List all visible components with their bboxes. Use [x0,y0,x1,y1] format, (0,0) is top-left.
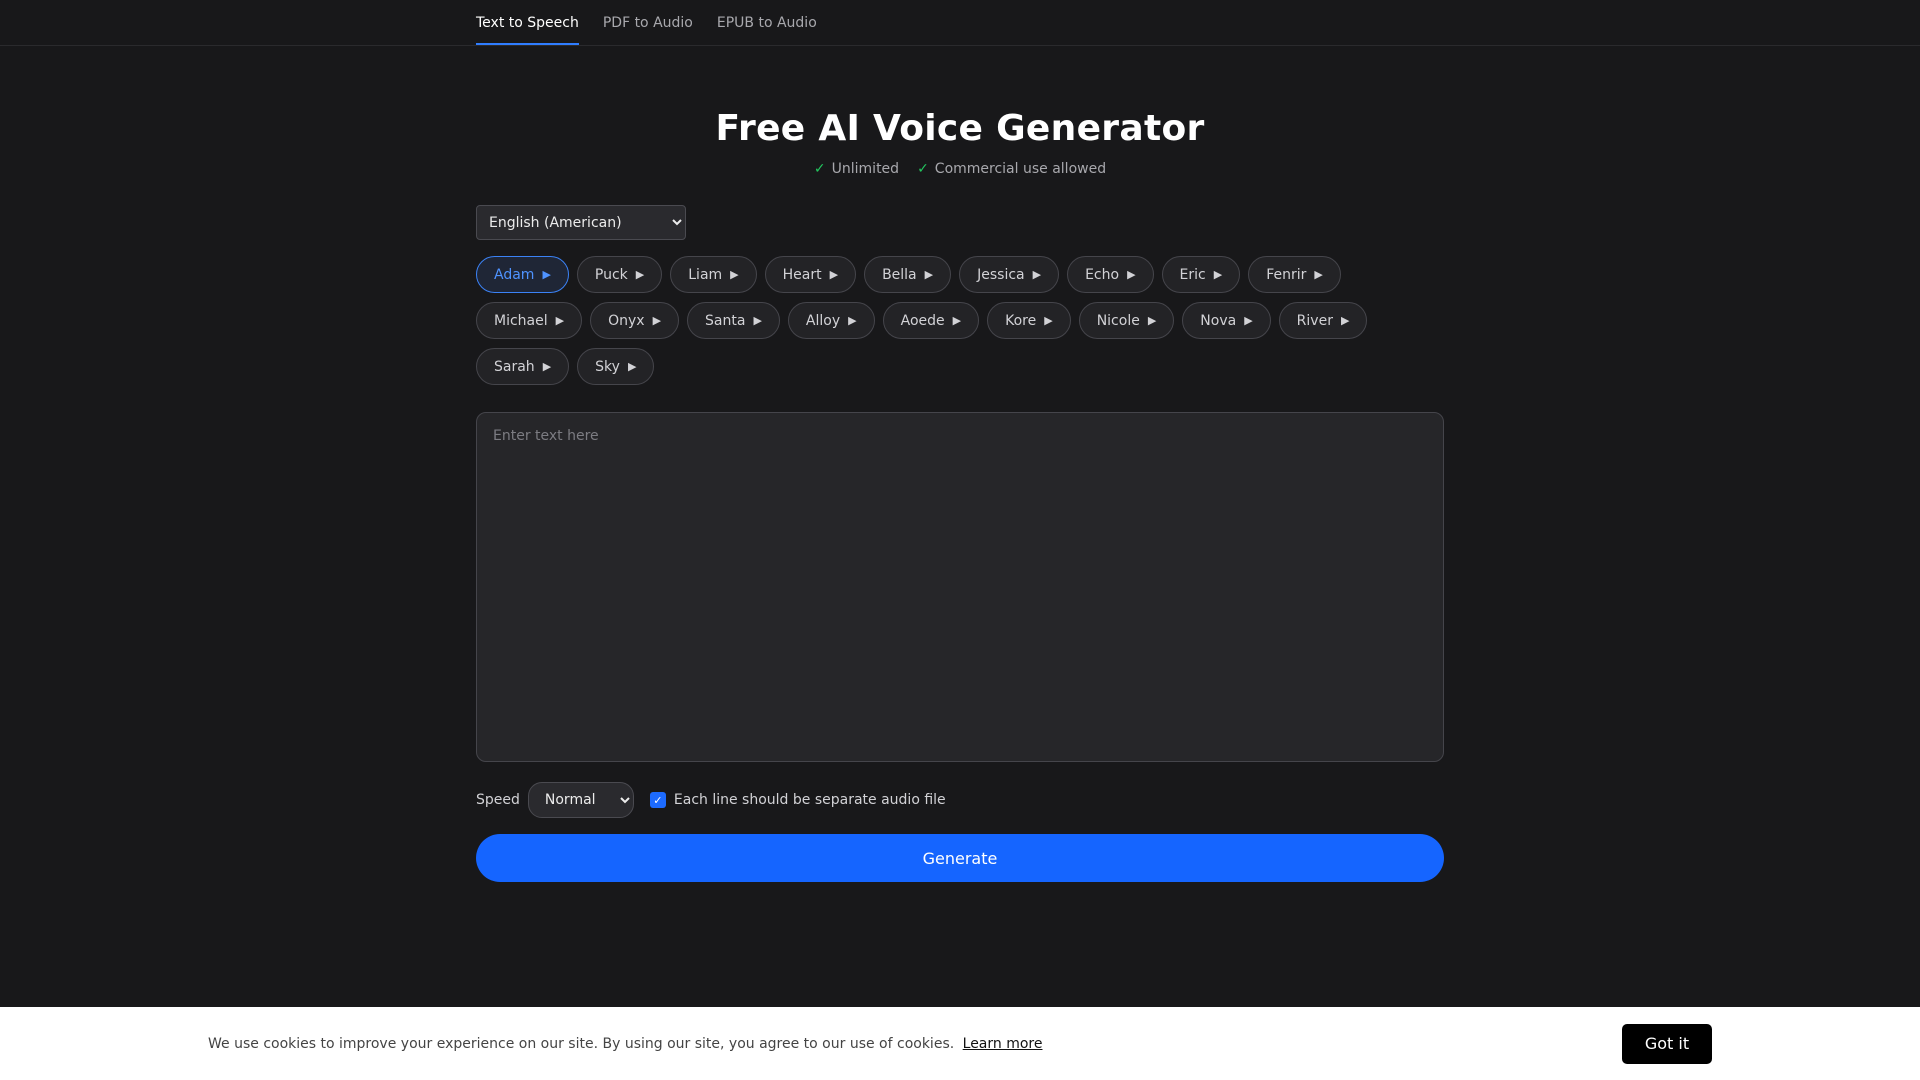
play-icon[interactable]: ▶ [628,361,636,372]
feature-label: Commercial use allowed [934,161,1107,177]
feature-unlimited: ✓ Unlimited [814,161,899,177]
page-title: Free AI Voice Generator [715,108,1205,149]
main-content: Free AI Voice Generator ✓ Unlimited ✓ Co… [476,46,1444,882]
voice-chip-label: Aoede [900,312,945,329]
voice-chip-onyx[interactable]: Onyx ▶ [590,302,680,339]
check-icon: ✓ [917,161,929,177]
separate-lines-option[interactable]: ✓ Each line should be separate audio fil… [649,792,946,808]
voice-chip-label: Nicole [1096,312,1140,329]
voice-chip-label: Nova [1200,312,1237,329]
top-nav: Text to Speech PDF to Audio EPUB to Audi… [0,0,1920,46]
cookie-banner: We use cookies to improve your experienc… [0,1007,1920,1080]
feature-commercial: ✓ Commercial use allowed [917,161,1106,177]
voice-chip-sarah[interactable]: Sarah ▶ [476,348,570,385]
play-icon[interactable]: ▶ [1341,315,1349,326]
tab-pdf-to-audio[interactable]: PDF to Audio [603,0,693,45]
voice-chip-label: Onyx [608,312,645,329]
voice-chip-puck[interactable]: Puck ▶ [576,256,663,293]
voice-chip-label: Santa [705,312,746,329]
voice-chip-label: Echo [1085,266,1120,283]
voice-chip-river[interactable]: River ▶ [1278,302,1368,339]
play-icon[interactable]: ▶ [1244,315,1252,326]
voice-list: Adam ▶ Puck ▶ Liam ▶ Heart ▶ Bella ▶ Jessica ▶ Echo ▶… [476,256,1444,385]
generate-button[interactable]: Generate [476,834,1444,882]
play-icon[interactable]: ▶ [730,269,738,280]
voice-chip-nova[interactable]: Nova ▶ [1182,302,1271,339]
play-icon[interactable]: ▶ [1044,315,1052,326]
voice-chip-label: Puck [594,266,628,283]
tab-text-to-speech[interactable]: Text to Speech [476,0,579,45]
voice-chip-echo[interactable]: Echo ▶ [1067,256,1154,293]
voice-chip-liam[interactable]: Liam ▶ [670,256,757,293]
play-icon[interactable]: ▶ [543,361,551,372]
voice-chip-label: Adam [494,266,535,283]
voice-chip-label: Eric [1179,266,1206,283]
voice-chip-label: Fenrir [1266,266,1307,283]
voice-chip-label: Heart [782,266,822,283]
play-icon[interactable]: ▶ [1148,315,1156,326]
play-icon[interactable]: ▶ [1127,269,1135,280]
voice-chip-label: Liam [688,266,723,283]
tab-epub-to-audio[interactable]: EPUB to Audio [717,0,817,45]
voice-chip-kore[interactable]: Kore ▶ [987,302,1071,339]
cookie-message: We use cookies to improve your experienc… [208,1035,955,1052]
separate-lines-label: Each line should be separate audio file [673,792,946,808]
play-icon[interactable]: ▶ [653,315,661,326]
play-icon[interactable]: ▶ [1214,269,1222,280]
voice-chip-label: Sarah [494,358,535,375]
voice-chip-heart[interactable]: Heart ▶ [764,256,857,293]
text-input[interactable] [476,412,1444,762]
voice-chip-label: Bella [882,266,917,283]
voice-chip-label: Kore [1005,312,1037,329]
check-icon: ✓ [813,161,826,177]
voice-chip-bella[interactable]: Bella ▶ [864,256,952,293]
voice-chip-label: Jessica [977,266,1025,283]
language-select[interactable]: English (American) [476,205,686,240]
voice-chip-label: Alloy [805,312,841,329]
voice-chip-adam[interactable]: Adam ▶ [476,256,569,293]
voice-chip-michael[interactable]: Michael ▶ [476,302,583,339]
voice-chip-alloy[interactable]: Alloy ▶ [787,302,875,339]
play-icon[interactable]: ▶ [830,269,838,280]
cookie-text: We use cookies to improve your experienc… [208,1036,1042,1052]
separate-lines-checkbox[interactable]: ✓ [649,792,666,808]
learn-more-link[interactable]: Learn more [963,1036,1043,1052]
feature-label: Unlimited [831,161,900,177]
voice-chip-fenrir[interactable]: Fenrir ▶ [1248,256,1341,293]
play-icon[interactable]: ▶ [1314,269,1322,280]
voice-chip-label: River [1296,312,1333,329]
play-icon[interactable]: ▶ [636,269,644,280]
play-icon[interactable]: ▶ [753,315,761,326]
play-icon[interactable]: ▶ [1033,269,1041,280]
voice-chip-aoede[interactable]: Aoede ▶ [882,302,980,339]
voice-chip-jessica[interactable]: Jessica ▶ [959,256,1060,293]
got-it-button[interactable]: Got it [1622,1023,1712,1064]
voice-chip-sky[interactable]: Sky ▶ [577,348,655,385]
voice-chip-eric[interactable]: Eric ▶ [1161,256,1241,293]
play-icon[interactable]: ▶ [556,315,564,326]
voice-chip-nicole[interactable]: Nicole ▶ [1078,302,1175,339]
voice-chip-santa[interactable]: Santa ▶ [687,302,780,339]
play-icon[interactable]: ▶ [953,315,961,326]
feature-list: ✓ Unlimited ✓ Commercial use allowed [476,161,1444,177]
voice-chip-label: Michael [494,312,548,329]
options-row: Speed Normal ✓ Each line should be separ… [476,782,1444,818]
play-icon[interactable]: ▶ [542,269,550,280]
voice-chip-label: Sky [595,358,620,375]
speed-select[interactable]: Normal [527,782,634,818]
play-icon[interactable]: ▶ [925,269,933,280]
play-icon[interactable]: ▶ [848,315,856,326]
speed-label: Speed [476,792,520,808]
